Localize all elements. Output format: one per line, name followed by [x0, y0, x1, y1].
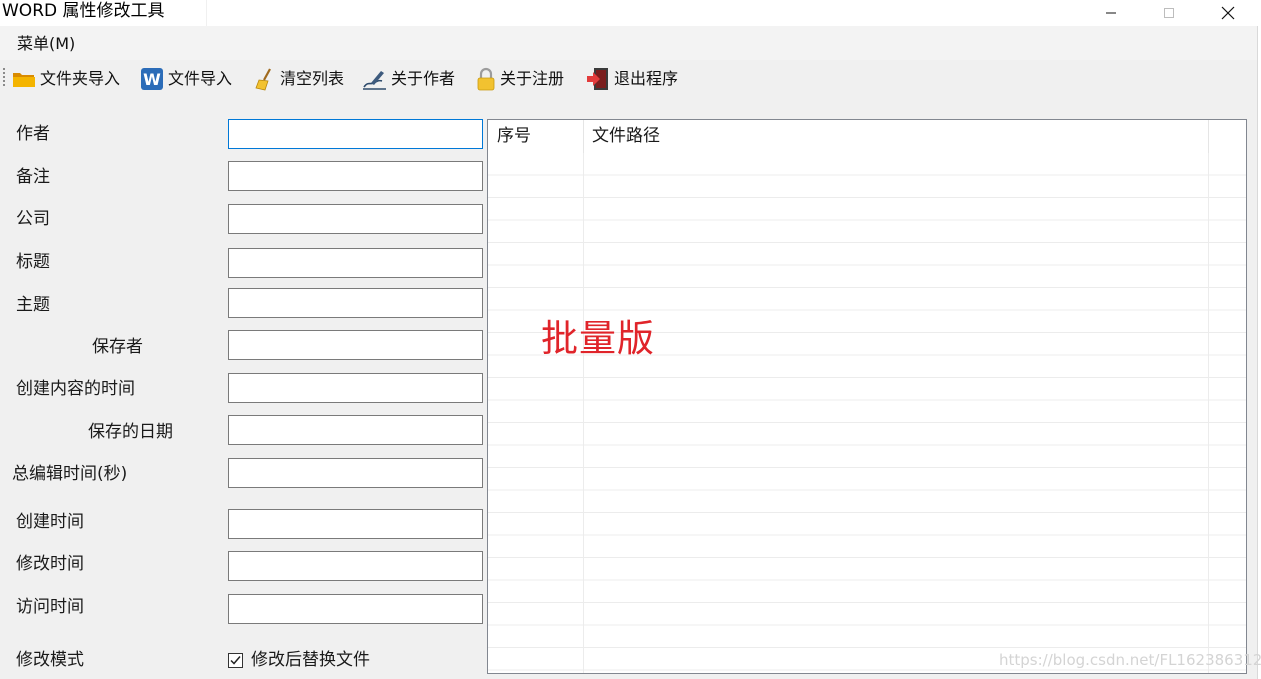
total-edit-time-label: 总编辑时间(秒) [12, 464, 128, 484]
last-saved-by-label: 保存者 [92, 337, 143, 357]
file-list-grid [488, 153, 1246, 673]
minimize-icon [1106, 12, 1116, 14]
accessed-time-label: 访问时间 [16, 597, 84, 617]
file-list[interactable]: 序号 文件路径 [487, 119, 1247, 674]
about-author-label: 关于作者 [391, 69, 456, 88]
subject-label: 主题 [16, 295, 50, 315]
company-label: 公司 [16, 209, 50, 229]
created-time-label: 创建时间 [16, 512, 84, 532]
source-credit: https://blog.csdn.net/FL1623863129 [999, 651, 1261, 669]
comments-input[interactable] [228, 161, 483, 191]
created-time-input[interactable] [228, 509, 483, 539]
modified-time-input[interactable] [228, 551, 483, 581]
last-saved-by-input[interactable] [228, 330, 483, 360]
replace-file-label: 修改后替换文件 [251, 650, 370, 670]
file-list-header: 序号 文件路径 [488, 120, 1246, 153]
minimize-button[interactable] [1088, 0, 1134, 26]
content-created-input[interactable] [228, 373, 483, 403]
toolbar-grip[interactable] [3, 68, 5, 88]
title-divider [206, 0, 207, 26]
exit-program-button[interactable]: 退出程序 [586, 66, 678, 92]
accessed-time-input[interactable] [228, 594, 483, 624]
author-input[interactable] [228, 119, 483, 149]
window-title: WORD 属性修改工具 [2, 1, 165, 21]
about-register-button[interactable]: 关于注册 [476, 66, 564, 92]
menu-main[interactable]: 菜单(M) [17, 35, 75, 53]
broom-icon [255, 68, 271, 91]
close-icon [1221, 6, 1235, 20]
maximize-icon [1164, 8, 1174, 18]
file-import-button[interactable]: W 文件导入 [140, 66, 232, 92]
checkbox-box[interactable] [228, 652, 243, 668]
file-import-label: 文件导入 [168, 69, 233, 88]
clear-list-button[interactable]: 清空列表 [254, 66, 344, 92]
title-label: 标题 [16, 252, 50, 272]
total-edit-time-input[interactable] [228, 458, 483, 488]
toolbar: 文件夹导入 W 文件导入 清空列表 关于作者 关于注册 退出程序 [0, 60, 1257, 98]
word-file-icon: W [141, 68, 163, 90]
author-label: 作者 [16, 124, 50, 144]
exit-door-icon [587, 68, 608, 90]
date-saved-label: 保存的日期 [88, 422, 173, 442]
content-created-label: 创建内容的时间 [16, 379, 135, 399]
about-register-label: 关于注册 [500, 69, 565, 88]
exit-program-label: 退出程序 [614, 69, 679, 88]
folder-import-label: 文件夹导入 [40, 69, 121, 88]
grid-column-line [583, 153, 584, 673]
checkmark-icon [230, 655, 241, 665]
subject-input[interactable] [228, 288, 483, 318]
title-bar: WORD 属性修改工具 [0, 0, 1261, 26]
modify-mode-label: 修改模式 [16, 650, 84, 670]
window-right-border [1257, 26, 1261, 679]
comments-label: 备注 [16, 167, 50, 187]
column-header-index[interactable]: 序号 [488, 120, 583, 153]
replace-file-checkbox[interactable]: 修改后替换文件 [228, 650, 370, 670]
menu-bar: 菜单(M) [0, 26, 1257, 60]
maximize-button[interactable] [1146, 0, 1192, 26]
title-input[interactable] [228, 248, 483, 278]
signature-pen-icon [363, 71, 386, 90]
company-input[interactable] [228, 204, 483, 234]
about-author-button[interactable]: 关于作者 [362, 66, 455, 92]
date-saved-input[interactable] [228, 415, 483, 445]
grid-column-line [1208, 153, 1209, 673]
edition-label: 批量版 [541, 317, 655, 360]
svg-text:W: W [143, 70, 161, 89]
folder-icon [13, 73, 35, 87]
clear-list-label: 清空列表 [280, 69, 345, 88]
column-divider[interactable] [1208, 120, 1209, 153]
modified-time-label: 修改时间 [16, 554, 84, 574]
column-header-path[interactable]: 文件路径 [583, 120, 1208, 153]
lock-icon [477, 67, 495, 91]
folder-import-button[interactable]: 文件夹导入 [12, 66, 120, 92]
close-button[interactable] [1205, 0, 1251, 26]
